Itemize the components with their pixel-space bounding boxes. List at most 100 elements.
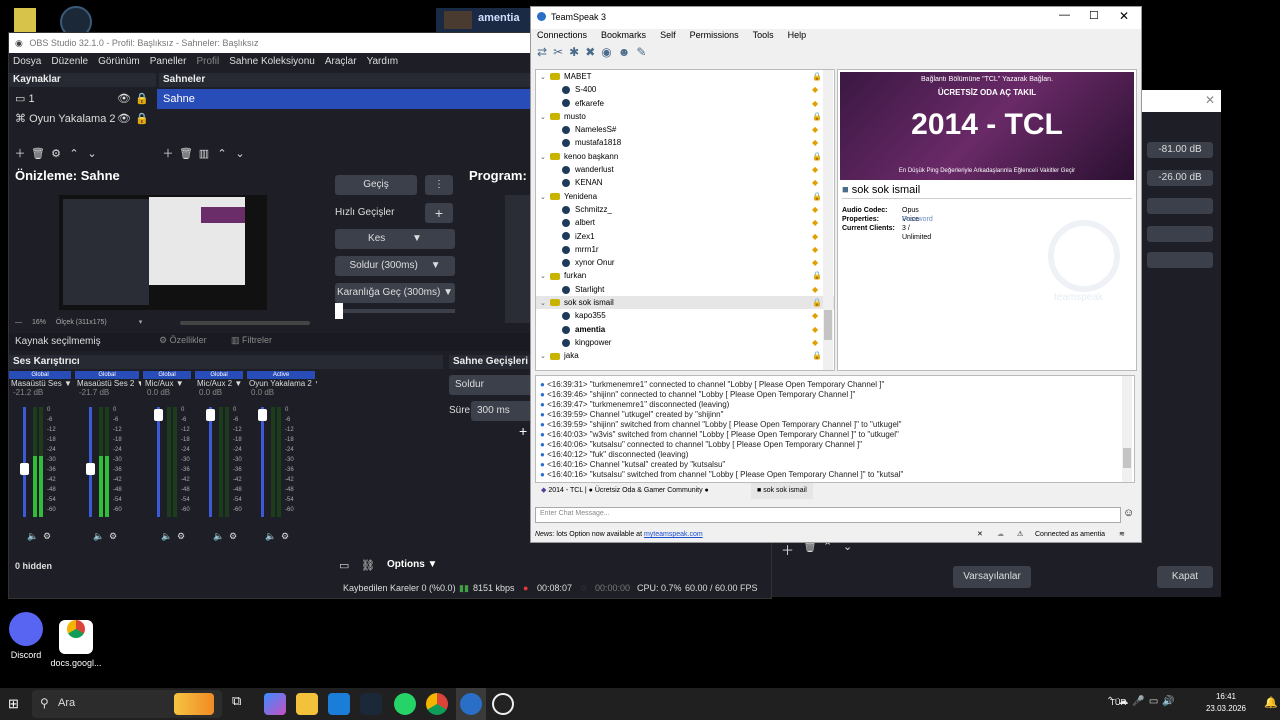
trash-icon[interactable]: 🗑	[177, 147, 195, 160]
source-item[interactable]: ▭ 1 👁 🔒	[9, 89, 156, 109]
lock-icon[interactable]: 🔒	[135, 109, 149, 129]
speaker-icon[interactable]: 🔈	[93, 531, 104, 542]
volume-field-2[interactable]: -26.00 dB	[1147, 170, 1213, 186]
up-icon[interactable]: ⌃	[65, 147, 83, 160]
folder-icon[interactable]	[14, 8, 36, 32]
settings-field-4[interactable]	[1147, 226, 1213, 242]
link-icon[interactable]: ⛓	[361, 559, 375, 572]
user-row[interactable]: S-400 ◆	[536, 83, 834, 96]
eye-icon[interactable]: 👁	[117, 109, 131, 129]
up-icon[interactable]: ⌃	[213, 147, 231, 160]
defaults-button[interactable]: Varsayılanlar	[953, 566, 1031, 588]
minus-icon[interactable]: —	[15, 319, 22, 326]
volume-slider[interactable]	[86, 407, 95, 517]
channel-name[interactable]: Masaüstü Ses ▼	[9, 379, 73, 388]
user-row[interactable]: kingpower ◆	[536, 336, 834, 349]
user-row[interactable]: wanderlust ◆	[536, 163, 834, 176]
mute-mic-icon[interactable]: ✖	[585, 45, 601, 59]
transition-fade-button[interactable]: Soldur (300ms) ▼	[335, 256, 455, 276]
source-item[interactable]: ⌘ Oyun Yakalama 2 👁 🔒	[9, 109, 156, 129]
transition-button[interactable]: Geçiş	[335, 175, 417, 195]
tab-channel[interactable]: ■ sok sok ismail	[751, 483, 813, 499]
settings-field-3[interactable]	[1147, 198, 1213, 214]
notifications-icon[interactable]: 🔔	[1264, 696, 1278, 709]
close-button[interactable]: Kapat	[1157, 566, 1213, 588]
scrollbar-thumb[interactable]	[1123, 448, 1131, 468]
channel-row[interactable]: ⌄ MABET 🔒	[536, 70, 834, 83]
menu-item[interactable]: Connections	[537, 30, 587, 40]
speaker-icon[interactable]: 🔈	[161, 531, 172, 542]
scene-item[interactable]: Sahne	[157, 89, 533, 109]
channel-row[interactable]: ⌄ jaka 🔒	[536, 349, 834, 362]
channel-row[interactable]: ⌄ kenoo başkann 🔒	[536, 150, 834, 163]
file-explorer-icon[interactable]	[296, 693, 318, 715]
away-icon[interactable]: ✱	[569, 45, 585, 59]
duration-field[interactable]: 300 ms	[471, 401, 537, 421]
more-icon[interactable]: ⋮	[425, 175, 453, 195]
volume-slider[interactable]	[258, 407, 267, 517]
search-box[interactable]: ⚲ Ara	[32, 690, 222, 718]
tab-server[interactable]: ◆ 2014 - TCL | ● Ücretsiz Oda & Gamer Co…	[541, 483, 709, 499]
whatsapp-icon[interactable]	[394, 693, 416, 715]
chevron-down-icon[interactable]: ⌄	[540, 111, 550, 124]
settings-icon[interactable]: ⚙	[43, 531, 51, 542]
volume-handle[interactable]	[206, 409, 215, 421]
down-icon[interactable]: ⌄	[83, 147, 101, 160]
language-indicator[interactable]: TÜR	[1110, 698, 1126, 707]
chrome-icon[interactable]	[426, 693, 448, 715]
user-row[interactable]: albert ◆	[536, 216, 834, 229]
user-row[interactable]: kapo355 ◆	[536, 309, 834, 322]
tbar-handle[interactable]	[335, 303, 343, 319]
program-canvas[interactable]	[505, 195, 531, 323]
user-row[interactable]: Starlight ◆	[536, 283, 834, 296]
user-row[interactable]: efkarefe ◆	[536, 97, 834, 110]
chat-icon[interactable]: ◉	[601, 45, 617, 59]
chevron-down-icon[interactable]: ⌄	[540, 191, 550, 204]
task-view-icon[interactable]: ⧉	[232, 693, 241, 709]
user-row[interactable]: xynor Onur ◆	[536, 256, 834, 269]
layout-icon[interactable]: ▭	[339, 559, 349, 572]
close-news-icon[interactable]: ✕	[977, 529, 983, 541]
menu-item[interactable]: Dosya	[13, 56, 41, 67]
tree-scrollbar[interactable]	[823, 70, 833, 370]
menu-item[interactable]: Araçlar	[325, 56, 357, 67]
store-icon[interactable]	[328, 693, 350, 715]
menu-item[interactable]: Bookmarks	[601, 30, 646, 40]
volume-slider[interactable]	[206, 407, 215, 517]
volume-handle[interactable]	[154, 409, 163, 421]
steam-icon[interactable]	[360, 693, 382, 715]
volume-slider[interactable]	[20, 407, 29, 517]
menu-item[interactable]: Permissions	[690, 30, 739, 40]
copilot-icon[interactable]	[264, 693, 286, 715]
scene-transition-select[interactable]: Soldur	[449, 375, 537, 395]
user-row[interactable]: Schmitzz_ ◆	[536, 203, 834, 216]
add-icon[interactable]: +	[519, 423, 527, 439]
user-row[interactable]: mrrn1r ◆	[536, 243, 834, 256]
speaker-icon[interactable]: 🔈	[265, 531, 276, 542]
settings-icon[interactable]: ⚙	[229, 531, 237, 542]
lock-icon[interactable]: 🔒	[135, 89, 149, 109]
transition-dark-button[interactable]: Karanlığa Geç (300ms) ▼	[335, 283, 455, 303]
user-row[interactable]: NamelesS# ◆	[536, 123, 834, 136]
channel-row[interactable]: ⌄ furkan 🔒	[536, 269, 834, 282]
menu-item[interactable]: Self	[660, 30, 676, 40]
contacts-icon[interactable]: ☻	[618, 45, 637, 59]
news-link[interactable]: myteamspeak.com	[644, 531, 703, 538]
disconnect-icon[interactable]: ✂	[553, 45, 569, 59]
settings-icon[interactable]: ⚙	[281, 531, 289, 542]
close-icon[interactable]: ✕	[1119, 9, 1129, 23]
channel-name[interactable]: Masaüstü Ses 2 ▼	[75, 379, 141, 388]
channel-row[interactable]: ⌄ Yenidena 🔒	[536, 190, 834, 203]
settings-icon[interactable]: ⚙	[177, 531, 185, 542]
windows-start-icon[interactable]: ⊞	[8, 696, 24, 712]
menu-item[interactable]: Sahne Koleksiyonu	[229, 56, 315, 67]
channel-row[interactable]: ⌄ sok sok ismail 🔒	[536, 296, 834, 310]
menu-item[interactable]: Paneller	[150, 56, 187, 67]
close-icon[interactable]: ✕	[1205, 93, 1215, 107]
user-row[interactable]: iZex1 ◆	[536, 230, 834, 243]
chevron-down-icon[interactable]: ⌄	[540, 71, 550, 84]
minimize-icon[interactable]: —	[1059, 9, 1070, 21]
emoji-icon[interactable]: ☺	[1123, 507, 1134, 519]
docs-desktop-icon[interactable]: docs.googl...	[46, 612, 106, 668]
channel-name[interactable]: Mic/Aux ▼	[143, 379, 193, 388]
